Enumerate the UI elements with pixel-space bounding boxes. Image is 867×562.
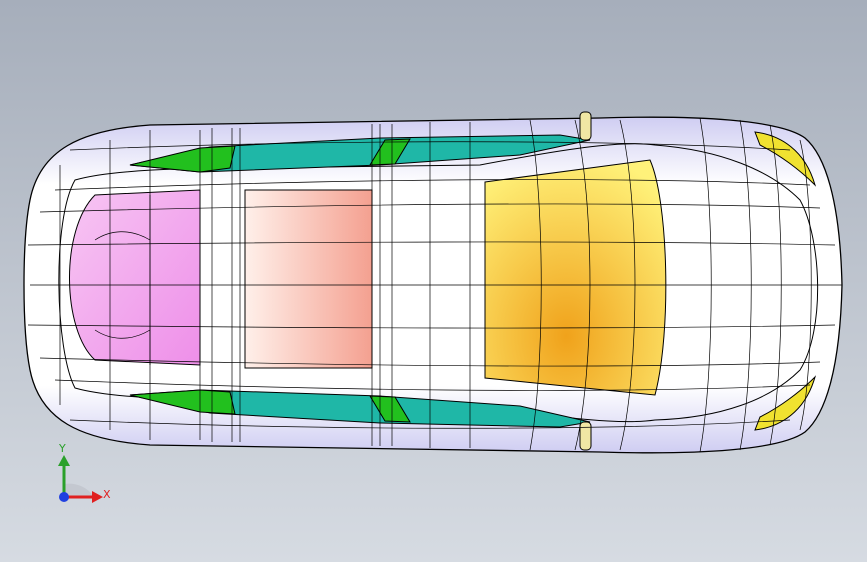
graphics-viewport[interactable]: Y X <box>0 0 867 562</box>
roof-panel <box>244 189 373 369</box>
windshield <box>484 159 667 396</box>
y-axis-label: Y <box>58 442 66 455</box>
mirror-top <box>579 111 592 141</box>
x-axis-label: X <box>103 488 111 501</box>
mirror-bottom <box>579 421 592 451</box>
viewport-canvas[interactable]: Y X <box>0 0 867 562</box>
rear-glass <box>69 189 201 366</box>
z-axis-dot <box>59 492 69 502</box>
car-model[interactable] <box>23 111 843 454</box>
